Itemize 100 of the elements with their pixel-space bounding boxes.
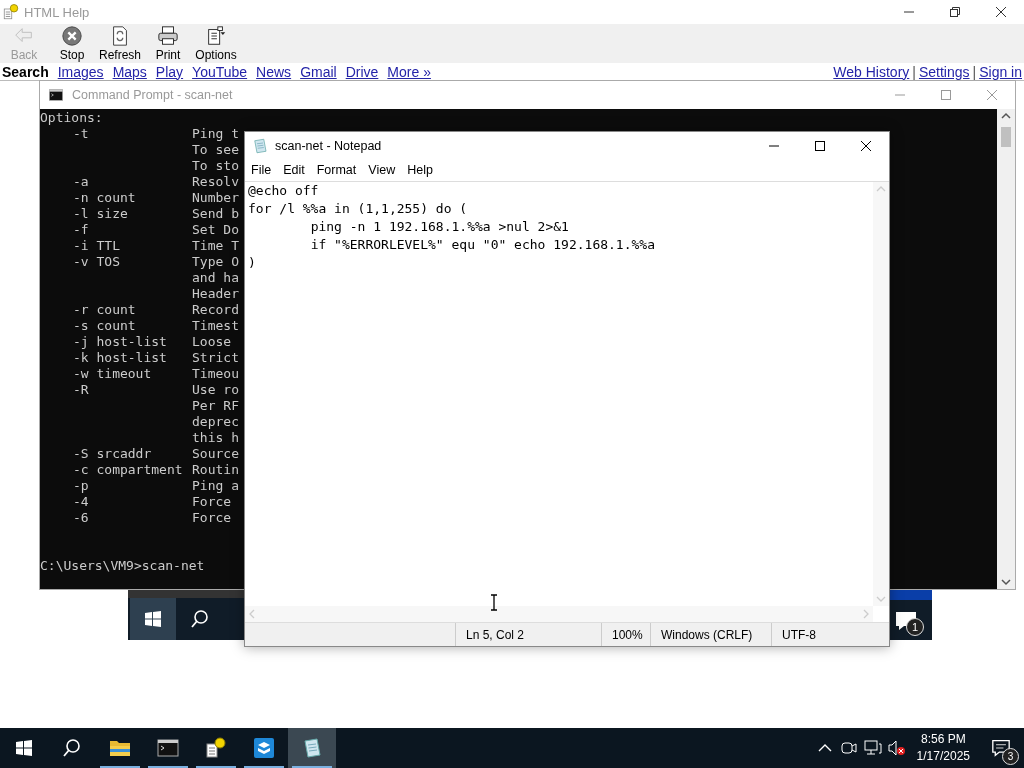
option-description: To see: [192, 142, 239, 158]
menu-item[interactable]: Edit: [277, 163, 311, 177]
search-icon: [62, 738, 82, 758]
option-description: Number: [192, 190, 239, 206]
option-label: -l size: [73, 206, 128, 221]
option-description: To sto: [192, 158, 239, 174]
option-label: -c compartment: [73, 462, 183, 477]
option-description: deprec: [192, 414, 239, 430]
stop-icon: [61, 25, 83, 47]
options-icon: [205, 25, 227, 47]
code-line: ping -n 1 192.168.1.%%a >nul 2>&1: [309, 219, 569, 234]
menu-item[interactable]: File: [245, 163, 278, 177]
option-label: -a: [73, 174, 89, 189]
status-zoom: 100%: [601, 623, 650, 646]
nav-link[interactable]: Search: [2, 63, 49, 80]
toolbar-button[interactable]: Print: [144, 25, 192, 62]
option-description: Force: [192, 494, 232, 510]
account-link[interactable]: Settings: [918, 63, 970, 80]
nav-link[interactable]: News: [256, 63, 292, 80]
option-label: -s count: [73, 318, 136, 333]
nav-link[interactable]: Maps: [112, 63, 147, 80]
search-icon: [190, 609, 210, 629]
running-indicator: [148, 766, 188, 768]
code-line: ): [248, 255, 256, 270]
option-description: Strict: [192, 350, 239, 366]
notification-badge: 3: [1002, 748, 1019, 765]
nav-link[interactable]: YouTube: [192, 63, 248, 80]
link-separator: |: [912, 63, 916, 80]
close-icon: [987, 90, 997, 100]
toolbar-button[interactable]: Refresh: [96, 25, 144, 62]
text-cursor-icon: [489, 594, 499, 611]
link-separator: |: [972, 63, 977, 80]
option-label: -S srcaddr: [73, 446, 152, 461]
running-indicator: [100, 766, 140, 768]
nav-link[interactable]: Play: [155, 63, 184, 80]
code-line: for /l %%a in (1,1,255) do (: [248, 201, 468, 216]
clock-time[interactable]: 8:56 PM: [916, 731, 970, 748]
option-label: -r count: [73, 302, 136, 317]
option-description: Source: [192, 446, 239, 462]
option-description: Record: [192, 302, 239, 318]
restore-icon: [950, 7, 960, 17]
taskbar-button[interactable]: [288, 728, 336, 768]
option-description: Set Do: [192, 222, 239, 238]
toolbar-button[interactable]: Stop: [48, 25, 96, 62]
code-line: @echo off: [248, 183, 319, 198]
windows-logo-icon: [145, 611, 161, 627]
option-label: -t: [73, 126, 89, 141]
close-icon: [996, 7, 1006, 17]
notification-badge: 1: [906, 618, 924, 636]
account-link[interactable]: Sign in: [979, 63, 1022, 80]
option-label: -i TTL: [73, 238, 120, 253]
option-description: Ping t: [192, 126, 239, 142]
windows-logo-icon: [16, 740, 32, 756]
window-title: scan-net - Notepad: [275, 138, 383, 153]
notepad-icon: [251, 136, 269, 155]
maximize-icon: [941, 90, 951, 100]
nav-link[interactable]: Gmail: [300, 63, 337, 80]
option-label: -k host-list: [73, 350, 167, 365]
print-icon: [157, 25, 179, 47]
close-icon: [861, 140, 871, 151]
console-text: Options:: [40, 110, 103, 126]
option-description: Ping a: [192, 478, 239, 494]
terminal-icon: [156, 736, 180, 760]
option-description: Routin: [192, 462, 239, 478]
account-link[interactable]: Web History: [833, 63, 910, 80]
option-label: -j host-list: [73, 334, 167, 349]
option-description: Time T: [192, 238, 239, 254]
window-title: Command Prompt - scan-net: [72, 88, 234, 102]
option-label: -f: [73, 222, 89, 237]
option-label: -6: [73, 510, 89, 525]
option-description: Timeou: [192, 366, 239, 382]
box-icon: [252, 736, 276, 760]
command-prompt-line: C:\Users\VM9>scan-net: [40, 558, 205, 574]
notification-button[interactable]: 3: [978, 728, 1024, 768]
status-line-endings: Windows (CRLF): [650, 623, 771, 646]
menu-item[interactable]: Help: [401, 163, 439, 177]
window-title: HTML Help: [24, 4, 91, 20]
option-description: Header: [192, 286, 239, 302]
accent-bar: [890, 590, 932, 600]
clock-date[interactable]: 1/17/2025: [916, 748, 970, 765]
maximize-icon: [815, 140, 825, 151]
menu-item[interactable]: View: [362, 163, 402, 177]
option-label: -R: [73, 382, 89, 397]
option-label: -v TOS: [73, 254, 120, 269]
option-description: Force: [192, 510, 232, 526]
scrollbar-thumb[interactable]: [1001, 127, 1011, 147]
option-label: -n count: [73, 190, 136, 205]
nav-link[interactable]: Images: [57, 63, 104, 80]
toolbar-button[interactable]: Options: [192, 25, 240, 62]
option-description: Type O: [192, 254, 239, 270]
scrollbar[interactable]: [997, 109, 1015, 589]
menu-item[interactable]: Format: [310, 163, 363, 177]
nav-link[interactable]: Drive: [345, 63, 379, 80]
status-position: Ln 5, Col 2: [455, 623, 601, 646]
nav-link[interactable]: More »: [387, 63, 431, 80]
running-indicator: [292, 766, 332, 768]
option-description: this h: [192, 430, 239, 446]
option-description: Use ro: [192, 382, 239, 398]
help-book-icon: [204, 736, 228, 760]
option-description: Resolv: [192, 174, 239, 190]
